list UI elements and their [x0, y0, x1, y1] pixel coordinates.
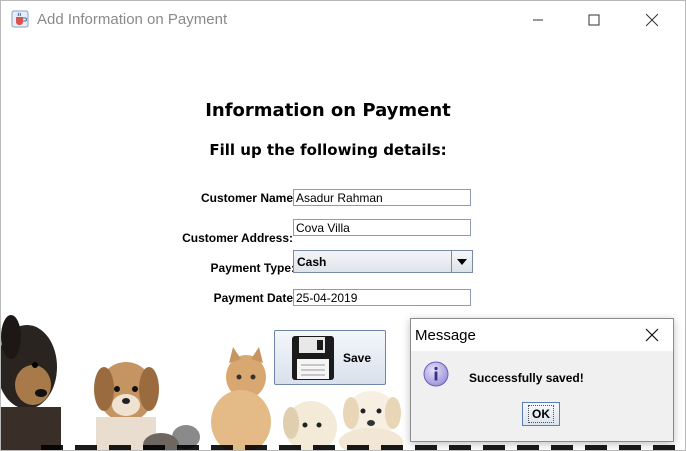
customer-address-field[interactable]: Cova Villa	[293, 219, 471, 236]
dialog-title-bar[interactable]: Message	[411, 319, 673, 351]
save-button-label: Save	[343, 351, 372, 365]
form-heading: Information on Payment	[205, 100, 451, 121]
title-bar[interactable]: Add Information on Payment	[1, 1, 685, 39]
ok-button-label: OK	[528, 405, 554, 423]
java-coffee-cup-icon	[11, 10, 29, 28]
close-icon	[645, 13, 659, 27]
maximize-icon	[588, 14, 600, 26]
maximize-button[interactable]	[571, 1, 617, 39]
ok-button[interactable]: OK	[522, 402, 560, 426]
minimize-icon	[533, 19, 543, 21]
dialog-message: Successfully saved!	[469, 371, 584, 385]
floppy-disk-icon	[292, 336, 334, 380]
customer-name-label: Customer Name	[200, 191, 293, 205]
info-icon	[423, 361, 449, 387]
payment-type-value: Cash	[297, 255, 327, 269]
close-button[interactable]	[629, 1, 675, 39]
combo-dropdown-button[interactable]	[451, 251, 472, 272]
dialog-title: Message	[415, 327, 476, 344]
payment-type-label: Payment Type:	[210, 261, 295, 275]
dialog-close-button[interactable]	[631, 319, 673, 351]
bottom-decorative-text	[41, 445, 681, 450]
save-button[interactable]: Save	[274, 330, 386, 385]
form-subheading: Fill up the following details:	[209, 141, 447, 159]
message-dialog: Message Successfully saved! OK	[410, 318, 674, 442]
minimize-button[interactable]	[515, 1, 561, 39]
payment-type-combo[interactable]: Cash	[293, 250, 473, 273]
window-title: Add Information on Payment	[37, 11, 228, 28]
customer-name-field[interactable]: Asadur Rahman	[293, 189, 471, 206]
chevron-down-icon	[457, 258, 467, 265]
close-icon	[645, 328, 659, 342]
customer-address-label: Customer Address:	[182, 231, 293, 245]
